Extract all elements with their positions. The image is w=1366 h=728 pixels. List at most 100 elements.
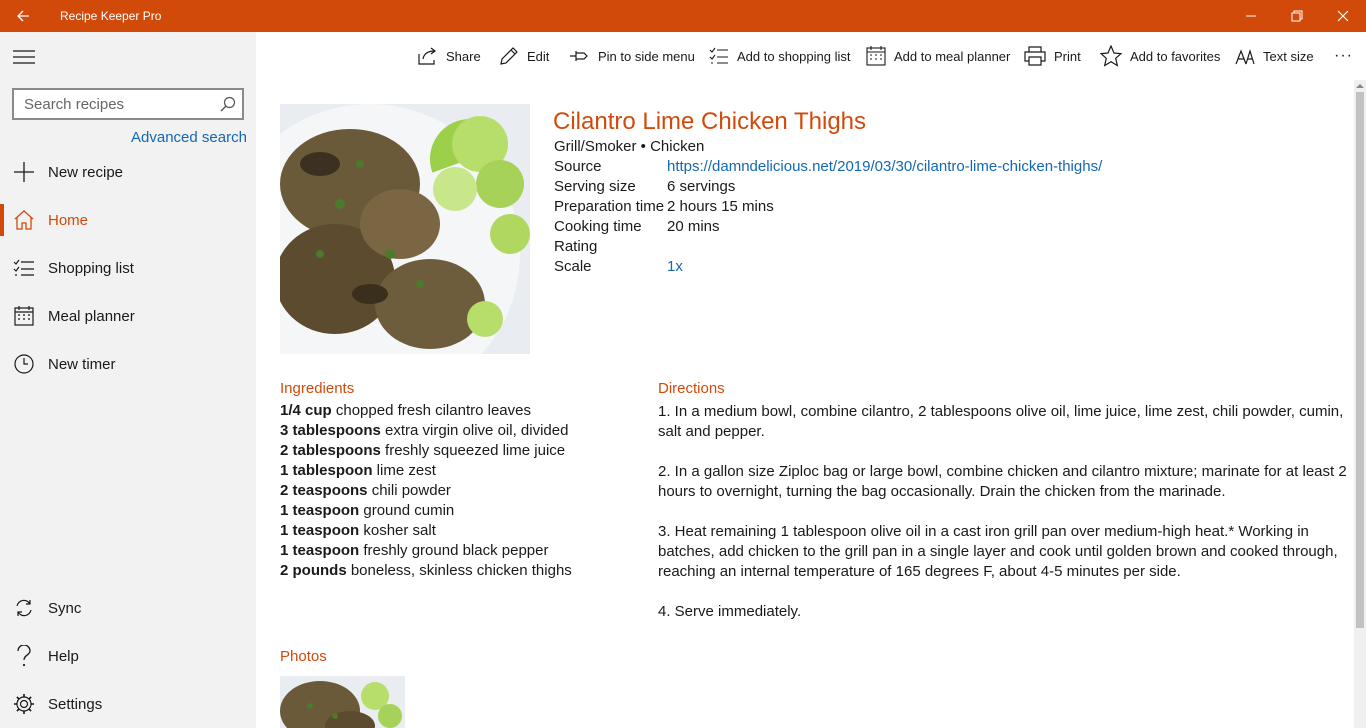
- ingredient-qty: 1 teaspoon: [280, 502, 360, 519]
- nav-item-new-timer[interactable]: New timer: [0, 340, 256, 388]
- ingredient-item: 1/4 cup chopped fresh cilantro leaves: [280, 402, 640, 422]
- nav-item-label: Shopping list: [48, 259, 134, 277]
- source-link[interactable]: https://damndelicious.net/2019/03/30/cil…: [667, 158, 1102, 175]
- ingredient-qty: 2 pounds: [280, 562, 347, 579]
- search-icon[interactable]: [220, 96, 236, 112]
- ingredient-name: chili powder: [367, 482, 451, 499]
- share-label: Share: [446, 48, 481, 64]
- scale-link[interactable]: 1x: [667, 258, 683, 275]
- back-button[interactable]: [0, 0, 46, 32]
- sync-icon: [16, 599, 32, 617]
- share-icon: [418, 47, 436, 65]
- ingredients-list: 1/4 cup chopped fresh cilantro leaves 3 …: [280, 402, 640, 582]
- ingredient-name: extra virgin olive oil, divided: [380, 422, 569, 439]
- text-size-label: Text size: [1263, 48, 1314, 64]
- ingredient-qty: 1 tablespoon: [280, 462, 373, 479]
- close-button[interactable]: [1320, 0, 1366, 32]
- meta-row-prep-time: Preparation time 2 hours 15 mins: [554, 196, 1102, 216]
- add-to-shopping-list-button[interactable]: Add to shopping list: [709, 32, 850, 80]
- share-button[interactable]: Share: [418, 32, 481, 80]
- ingredients-heading: Ingredients: [280, 380, 355, 397]
- directions-list: 1. In a medium bowl, combine cilantro, 2…: [658, 402, 1348, 642]
- ingredient-name: lime zest: [372, 462, 436, 479]
- printer-icon: [1024, 46, 1046, 66]
- hamburger-menu-button[interactable]: [12, 48, 36, 66]
- minimize-button[interactable]: [1228, 0, 1274, 32]
- ingredient-item: 1 tablespoon lime zest: [280, 462, 640, 482]
- nav-item-label: Help: [48, 647, 79, 665]
- meta-row-cook-time: Cooking time 20 mins: [554, 216, 1102, 236]
- photos-heading: Photos: [280, 648, 327, 665]
- pin-icon: [570, 51, 588, 61]
- pin-label: Pin to side menu: [598, 48, 695, 64]
- star-icon: [1100, 45, 1122, 67]
- nav-item-help[interactable]: Help: [0, 632, 256, 680]
- ingredient-name: ground cumin: [359, 502, 455, 519]
- recipe-category: Grill/Smoker • Chicken: [554, 138, 705, 155]
- add-to-meal-planner-button[interactable]: Add to meal planner: [866, 32, 1010, 80]
- ingredient-item: 1 teaspoon kosher salt: [280, 522, 640, 542]
- recipe-content: Cilantro Lime Chicken Thighs Grill/Smoke…: [256, 80, 1366, 728]
- vertical-scrollbar[interactable]: [1354, 80, 1366, 728]
- sidebar: Advanced search New recipe Home Shopping…: [0, 32, 256, 728]
- nav-item-shopping-list[interactable]: Shopping list: [0, 244, 256, 292]
- meta-row-rating: Rating: [554, 236, 1102, 256]
- meta-row-source: Source https://damndelicious.net/2019/03…: [554, 156, 1102, 176]
- meta-row-serving-size: Serving size 6 servings: [554, 176, 1102, 196]
- text-size-button[interactable]: Text size: [1235, 32, 1314, 80]
- ingredient-qty: 1 teaspoon: [280, 522, 360, 539]
- ingredient-item: 3 tablespoons extra virgin olive oil, di…: [280, 422, 640, 442]
- nav-item-settings[interactable]: Settings: [0, 680, 256, 728]
- hamburger-icon: [13, 50, 35, 64]
- meta-key: Serving size: [554, 177, 636, 195]
- meta-value: 6 servings: [667, 177, 736, 195]
- meta-key: Scale: [554, 257, 592, 275]
- pin-button[interactable]: Pin to side menu: [570, 32, 695, 80]
- nav-item-meal-planner[interactable]: Meal planner: [0, 292, 256, 340]
- directions-heading: Directions: [658, 380, 725, 397]
- search-input[interactable]: [24, 95, 214, 113]
- clock-icon: [14, 354, 34, 374]
- photo-thumbnail[interactable]: [280, 676, 405, 728]
- print-button[interactable]: Print: [1024, 32, 1081, 80]
- ingredient-name: boneless, skinless chicken thighs: [346, 562, 572, 579]
- photo-thumbnail-image: [280, 676, 405, 728]
- add-to-meal-planner-label: Add to meal planner: [894, 48, 1011, 64]
- home-icon: [14, 210, 34, 230]
- ingredient-item: 2 tablespoons freshly squeezed lime juic…: [280, 442, 640, 462]
- scroll-up-arrow-icon[interactable]: [1356, 82, 1364, 90]
- recipe-title: Cilantro Lime Chicken Thighs: [553, 108, 867, 135]
- font-size-icon: [1235, 48, 1255, 65]
- more-options-button[interactable]: ···: [1334, 32, 1353, 80]
- close-icon: [1337, 10, 1349, 22]
- nav-item-label: New recipe: [48, 163, 124, 181]
- restore-button[interactable]: [1274, 0, 1320, 32]
- edit-button[interactable]: Edit: [499, 32, 549, 80]
- restore-icon: [1291, 10, 1303, 22]
- meta-key: Source: [554, 157, 602, 175]
- ingredient-name: kosher salt: [359, 522, 436, 539]
- ingredient-item: 2 pounds boneless, skinless chicken thig…: [280, 562, 640, 582]
- recipe-photo[interactable]: [280, 104, 530, 354]
- minimize-icon: [1246, 15, 1256, 17]
- checklist-icon: [13, 259, 34, 276]
- ingredient-qty: 3 tablespoons: [280, 422, 381, 439]
- ingredient-name: freshly squeezed lime juice: [380, 442, 566, 459]
- chicken-lime-image: [280, 104, 530, 354]
- advanced-search-link[interactable]: Advanced search: [131, 129, 247, 146]
- scrollbar-thumb[interactable]: [1356, 92, 1364, 628]
- gear-icon: [14, 694, 34, 714]
- meta-value: 20 mins: [667, 217, 720, 235]
- direction-step: 4. Serve immediately.: [658, 603, 802, 620]
- help-icon: [17, 645, 31, 667]
- search-box: [12, 88, 244, 120]
- ingredient-qty: 2 teaspoons: [280, 482, 368, 499]
- add-to-favorites-label: Add to favorites: [1130, 48, 1221, 64]
- nav-item-sync[interactable]: Sync: [0, 584, 256, 632]
- pencil-icon: [500, 47, 518, 65]
- meta-row-scale: Scale 1x: [554, 256, 1102, 276]
- add-to-favorites-button[interactable]: Add to favorites: [1100, 32, 1220, 80]
- ingredient-item: 2 teaspoons chili powder: [280, 482, 640, 502]
- nav-item-home[interactable]: Home: [0, 196, 256, 244]
- nav-item-new-recipe[interactable]: New recipe: [0, 148, 256, 196]
